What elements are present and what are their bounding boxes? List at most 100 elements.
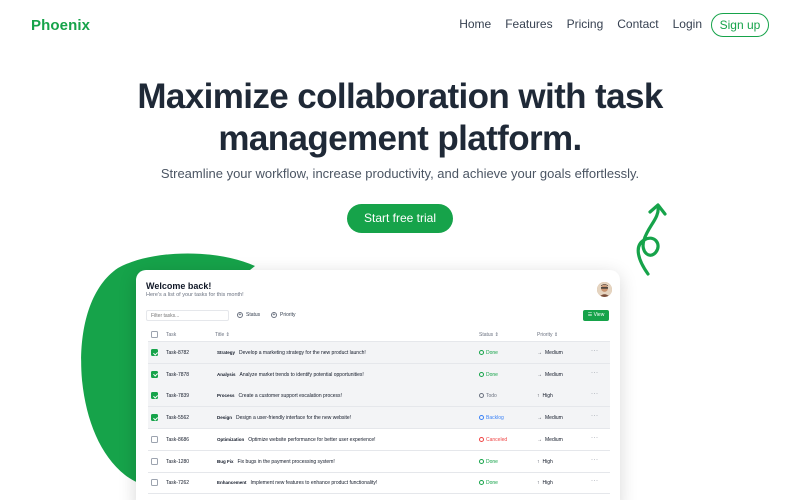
- task-status: Done: [479, 480, 498, 486]
- task-status-label: Canceled: [486, 436, 508, 443]
- filter-tasks-input[interactable]: [146, 310, 229, 321]
- row-actions-more-icon[interactable]: ···: [591, 391, 599, 397]
- priority-filter-button[interactable]: + Priority: [271, 311, 296, 320]
- task-id: Task-7262: [166, 480, 190, 487]
- task-status-label: Todo: [486, 393, 497, 400]
- row-actions-more-icon[interactable]: ···: [591, 435, 599, 441]
- priority-arrow-icon: →: [537, 350, 542, 356]
- start-free-trial-button[interactable]: Start free trial: [347, 204, 453, 233]
- task-status-label: Done: [486, 458, 498, 465]
- row-checkbox[interactable]: [151, 457, 158, 465]
- task-label: Strategy: [217, 350, 236, 355]
- hero-subtitle: Streamline your workflow, increase produ…: [160, 166, 640, 181]
- row-actions-more-icon[interactable]: ···: [591, 478, 599, 484]
- view-button-label: View: [593, 312, 605, 318]
- task-priority: ↑ High: [537, 480, 553, 486]
- welcome-heading: Welcome back!: [146, 281, 212, 291]
- row-actions-more-icon[interactable]: ···: [591, 413, 599, 419]
- table-row[interactable]: Task-7262 Enhancement Implement new featur…: [148, 472, 610, 495]
- row-actions-more-icon[interactable]: ···: [591, 370, 599, 376]
- task-priority-label: High: [542, 480, 553, 487]
- task-status: Canceled: [479, 436, 508, 443]
- squiggle-arrow-icon: [636, 203, 667, 276]
- column-priority[interactable]: Priority ⇕: [537, 332, 558, 338]
- priority-arrow-icon: ↑: [537, 458, 540, 465]
- nav-link-contact[interactable]: Contact: [617, 17, 658, 31]
- task-title-cell: Enhancement Implement new features to enh…: [217, 480, 377, 486]
- nav-link-login[interactable]: Login: [673, 17, 702, 31]
- row-actions-more-icon[interactable]: ···: [591, 457, 599, 463]
- column-title[interactable]: Title ⇕: [215, 332, 230, 338]
- task-priority-label: High: [542, 393, 553, 400]
- row-checkbox[interactable]: [151, 414, 158, 422]
- column-status-label: Status: [479, 332, 494, 338]
- task-status-label: Done: [486, 350, 498, 356]
- task-priority: ↑ High: [537, 459, 553, 465]
- task-id: Task-8686: [166, 436, 190, 443]
- task-priority: ↑ High: [537, 393, 553, 399]
- priority-arrow-icon: ↑: [537, 480, 540, 487]
- status-filter-button[interactable]: + Status: [237, 311, 260, 320]
- select-all-checkbox[interactable]: [151, 331, 158, 338]
- nav-link-pricing[interactable]: Pricing: [567, 17, 604, 31]
- priority-arrow-icon: →: [537, 415, 542, 422]
- nav-link-features[interactable]: Features: [505, 17, 552, 31]
- brand-logo[interactable]: Phoenix: [31, 17, 90, 34]
- column-task[interactable]: Task: [166, 332, 176, 338]
- task-id: Task-5562: [166, 415, 190, 422]
- task-app-preview: Welcome back! Here's a list of your task…: [136, 270, 620, 500]
- task-status: Done: [479, 371, 498, 378]
- sort-icon: ⇕: [225, 332, 230, 338]
- row-checkbox[interactable]: [151, 435, 158, 443]
- priority-arrow-icon: ↑: [537, 393, 540, 400]
- task-title: Optimize website performance for better …: [248, 436, 376, 443]
- hero-title-line-1: Maximize collaboration with task: [137, 77, 663, 116]
- task-status-label: Done: [486, 371, 498, 378]
- priority-arrow-icon: →: [537, 371, 542, 378]
- task-priority-label: Medium: [545, 415, 563, 422]
- row-actions-more-icon[interactable]: ···: [591, 348, 599, 354]
- task-title: Develop a marketing strategy for the new…: [239, 350, 366, 356]
- task-id: Task-7878: [166, 371, 190, 378]
- task-priority-label: Medium: [545, 371, 563, 378]
- status-filter-label: Status: [246, 312, 261, 318]
- task-id: Task-7839: [166, 393, 190, 400]
- task-priority: → Medium: [537, 350, 563, 356]
- nav-link-home[interactable]: Home: [459, 17, 491, 31]
- user-avatar[interactable]: [597, 282, 612, 297]
- avatar-face-icon: [597, 282, 612, 297]
- table-row[interactable]: Task-7878 Analysis Analyze market trends t…: [148, 363, 610, 386]
- task-title-cell: Analysis Analyze market trends to identif…: [217, 372, 364, 378]
- table-row[interactable]: Task-7839 Process Create a customer suppor…: [148, 385, 610, 408]
- status-circle-icon: [479, 415, 484, 421]
- top-navbar: Phoenix Home Features Pricing Contact Lo…: [0, 0, 800, 50]
- status-circle-icon: [479, 393, 484, 399]
- table-row[interactable]: Task-5562 Design Design a user-friendly in…: [148, 407, 610, 430]
- task-priority: → Medium: [537, 372, 563, 378]
- table-row[interactable]: Task-8782 Strategy Develop a marketing str…: [148, 342, 610, 364]
- task-id: Task-8782: [166, 350, 190, 356]
- column-status[interactable]: Status ⇕: [479, 332, 499, 338]
- task-status: Backlog: [479, 415, 504, 421]
- task-priority: → Medium: [537, 437, 563, 443]
- view-options-button[interactable]: ☰ View: [583, 310, 609, 321]
- task-status: Todo: [479, 393, 497, 399]
- plus-circle-icon: +: [271, 311, 277, 318]
- row-checkbox[interactable]: [151, 349, 158, 356]
- task-label: Analysis: [217, 371, 236, 377]
- task-status-label: Done: [486, 480, 498, 487]
- row-checkbox[interactable]: [151, 370, 158, 378]
- task-title-cell: Optimization Optimize website performance…: [217, 437, 376, 443]
- priority-filter-label: Priority: [280, 312, 296, 318]
- task-status: Done: [479, 458, 498, 465]
- plus-circle-icon: +: [237, 311, 243, 318]
- task-label: Optimization: [217, 436, 245, 442]
- row-checkbox[interactable]: [151, 479, 158, 487]
- signup-button[interactable]: Sign up: [711, 13, 769, 37]
- row-checkbox[interactable]: [151, 392, 158, 400]
- task-priority-label: High: [542, 458, 553, 465]
- task-priority: → Medium: [537, 415, 563, 421]
- task-title: Implement new features to enhance produc…: [250, 480, 378, 487]
- table-row[interactable]: Task-1280 Bug Fix Fix bugs in the payment …: [148, 451, 610, 473]
- table-row[interactable]: Task-8686 Optimization Optimize website pe…: [148, 429, 610, 451]
